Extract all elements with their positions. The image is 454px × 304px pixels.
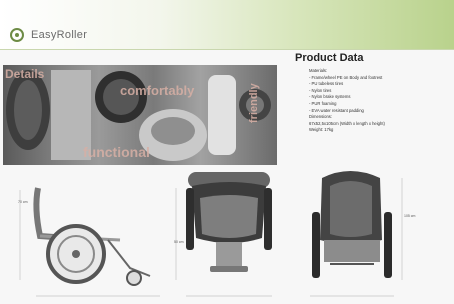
- product-data-line: - Frame/wheel PE on Body and footrest: [309, 74, 383, 80]
- product-data-line: Weight: 17kg: [309, 127, 334, 133]
- banner-word-comfortably: comfortably: [120, 83, 195, 98]
- front-height-dimension: 50 cm: [174, 240, 184, 244]
- banner-word-details: Details: [5, 67, 45, 81]
- brand-name: EasyRoller: [31, 29, 88, 41]
- detail-collage-banner: Details comfortably functional friendly: [3, 65, 277, 165]
- product-data-line: 67x52,5x105cm (Width x length x height): [309, 120, 385, 126]
- product-data-line: - PU tubeless tires: [309, 81, 344, 87]
- wheelchair-drawings: [19, 171, 403, 297]
- banner-word-friendly: friendly: [248, 83, 260, 123]
- product-data-title: Product Data: [295, 52, 364, 64]
- product-data-line: - PUR foaming: [309, 100, 337, 106]
- side-height-dimension: 70 cm: [18, 200, 28, 204]
- front-view: [175, 172, 272, 280]
- product-data-list: Materials: - Frame/wheel PE on Body and …: [309, 68, 449, 134]
- product-data-line: - EVA water resistant padding: [309, 107, 364, 113]
- poster-page: EasyRoller Product Data Materials: - Fra…: [0, 0, 454, 304]
- circle-logo-icon: [10, 28, 24, 42]
- header-divider: [0, 49, 454, 50]
- side-view: [19, 187, 151, 286]
- product-data-line: Materials:: [309, 68, 328, 73]
- banner-word-functional: functional: [83, 144, 150, 160]
- product-data-line: - Nylon tires: [309, 87, 332, 93]
- back-view: [312, 171, 403, 280]
- wheelchair-views: 70 cm 50 cm 105 cm: [0, 168, 454, 304]
- product-data-line: - Nylon brake systems: [309, 94, 351, 100]
- product-data-line: Dimensions:: [309, 114, 333, 120]
- back-height-dimension: 105 cm: [404, 214, 416, 218]
- header-band: [0, 0, 454, 50]
